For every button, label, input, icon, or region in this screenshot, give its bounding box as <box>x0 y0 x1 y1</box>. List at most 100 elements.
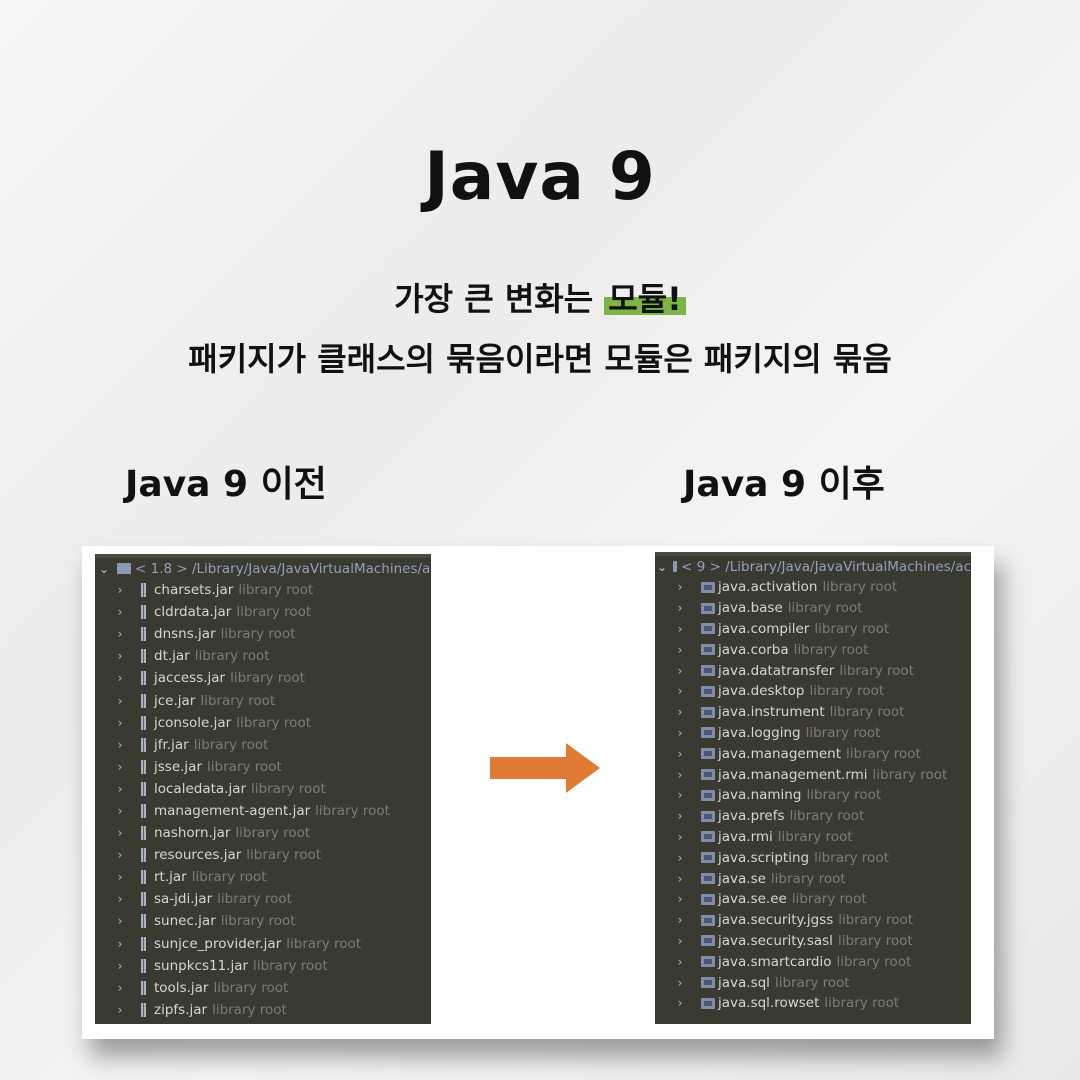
module-icon <box>701 602 715 614</box>
chevron-right-icon[interactable]: › <box>673 601 687 615</box>
chevron-right-icon[interactable]: › <box>673 892 687 906</box>
tree-root-row[interactable]: ⌄ < 9 > /Library/Java/JavaVirtualMachine… <box>655 556 971 577</box>
tree-item[interactable]: › sunjce_provider.jar library root <box>95 933 431 955</box>
chevron-down-icon[interactable]: ⌄ <box>657 560 667 574</box>
tree-item[interactable]: › java.compiler library root <box>655 619 971 640</box>
chevron-right-icon[interactable]: › <box>113 782 127 796</box>
chevron-right-icon[interactable]: › <box>673 580 687 594</box>
chevron-right-icon[interactable]: › <box>113 870 127 884</box>
tree-item[interactable]: › java.base library root <box>655 598 971 619</box>
tree-item[interactable]: › nashorn.jar library root <box>95 822 431 844</box>
tree-item[interactable]: › java.sql library root <box>655 972 971 993</box>
tree-item[interactable]: › java.logging library root <box>655 723 971 744</box>
jar-icon <box>141 958 146 973</box>
chevron-right-icon[interactable]: › <box>113 959 127 973</box>
tree-item[interactable]: › java.activation library root <box>655 577 971 598</box>
jar-icon <box>141 803 146 818</box>
tree-item[interactable]: › java.rmi library root <box>655 827 971 848</box>
chevron-right-icon[interactable]: › <box>673 684 687 698</box>
chevron-right-icon[interactable]: › <box>673 872 687 886</box>
tree-item[interactable]: › management-agent.jar library root <box>95 800 431 822</box>
tree-item[interactable]: › localedata.jar library root <box>95 778 431 800</box>
tree-item[interactable]: › java.naming library root <box>655 785 971 806</box>
chevron-right-icon[interactable]: › <box>673 955 687 969</box>
chevron-right-icon[interactable]: › <box>113 649 127 663</box>
tree-item[interactable]: › java.sql.rowset library root <box>655 993 971 1014</box>
chevron-right-icon[interactable]: › <box>673 768 687 782</box>
chevron-right-icon[interactable]: › <box>113 671 127 685</box>
tree-item[interactable]: › java.se library root <box>655 868 971 889</box>
tree-root-row[interactable]: ⌄ < 1.8 > /Library/Java/JavaVirtualMachi… <box>95 558 431 579</box>
chevron-right-icon[interactable]: › <box>673 851 687 865</box>
tree-item[interactable]: › java.datatransfer library root <box>655 660 971 681</box>
library-root-tag: library root <box>220 913 296 930</box>
tree-item[interactable]: › java.se.ee library root <box>655 889 971 910</box>
chevron-right-icon[interactable]: › <box>113 738 127 752</box>
tree-item[interactable]: › java.scripting library root <box>655 847 971 868</box>
chevron-right-icon[interactable]: › <box>673 996 687 1010</box>
chevron-right-icon[interactable]: › <box>673 934 687 948</box>
folder-icon <box>117 563 131 574</box>
chevron-right-icon[interactable]: › <box>673 664 687 678</box>
chevron-right-icon[interactable]: › <box>113 848 127 862</box>
chevron-right-icon[interactable]: › <box>113 914 127 928</box>
tree-item[interactable]: › java.desktop library root <box>655 681 971 702</box>
comparison-card: ⌄ < 1.8 > /Library/Java/JavaVirtualMachi… <box>82 546 994 1039</box>
tree-item[interactable]: › sa-jdi.jar library root <box>95 888 431 910</box>
chevron-right-icon[interactable]: › <box>113 694 127 708</box>
chevron-right-icon[interactable]: › <box>673 913 687 927</box>
jar-icon <box>141 671 146 686</box>
chevron-right-icon[interactable]: › <box>673 643 687 657</box>
tree-item[interactable]: › jfr.jar library root <box>95 734 431 756</box>
tree-item[interactable]: › jce.jar library root <box>95 689 431 711</box>
tree-item[interactable]: › tools.jar library root <box>95 977 431 999</box>
tree-item[interactable]: › java.management library root <box>655 743 971 764</box>
chevron-right-icon[interactable]: › <box>113 804 127 818</box>
chevron-right-icon[interactable]: › <box>673 622 687 636</box>
tree-item[interactable]: › cldrdata.jar library root <box>95 601 431 623</box>
chevron-right-icon[interactable]: › <box>113 892 127 906</box>
chevron-right-icon[interactable]: › <box>673 726 687 740</box>
tree-item[interactable]: › dnsns.jar library root <box>95 623 431 645</box>
chevron-right-icon[interactable]: › <box>673 976 687 990</box>
tree-item[interactable]: › sunec.jar library root <box>95 910 431 932</box>
chevron-right-icon[interactable]: › <box>113 716 127 730</box>
chevron-right-icon[interactable]: › <box>113 1003 127 1017</box>
tree-item[interactable]: › jconsole.jar library root <box>95 712 431 734</box>
chevron-right-icon[interactable]: › <box>113 627 127 641</box>
tree-item[interactable]: › charsets.jar library root <box>95 579 431 601</box>
tree-item[interactable]: › java.prefs library root <box>655 806 971 827</box>
chevron-right-icon[interactable]: › <box>673 747 687 761</box>
chevron-right-icon[interactable]: › <box>113 826 127 840</box>
tree-item[interactable]: › zipfs.jar library root <box>95 999 431 1021</box>
chevron-right-icon[interactable]: › <box>113 605 127 619</box>
chevron-right-icon[interactable]: › <box>673 830 687 844</box>
tree-item[interactable]: › java.management.rmi library root <box>655 764 971 785</box>
library-root-tag: library root <box>814 849 889 866</box>
chevron-down-icon[interactable]: ⌄ <box>97 562 111 576</box>
tree-item[interactable]: › sunpkcs11.jar library root <box>95 955 431 977</box>
tree-item[interactable]: › rt.jar library root <box>95 866 431 888</box>
tree-item-label: nashorn.jar <box>154 825 231 842</box>
tree-item[interactable]: › java.smartcardio library root <box>655 951 971 972</box>
chevron-right-icon[interactable]: › <box>673 705 687 719</box>
tree-item-label: java.scripting <box>718 849 810 866</box>
chevron-right-icon[interactable]: › <box>113 937 127 951</box>
tree-item[interactable]: › java.instrument library root <box>655 702 971 723</box>
chevron-right-icon[interactable]: › <box>673 809 687 823</box>
chevron-right-icon[interactable]: › <box>113 760 127 774</box>
tree-item-label: java.base <box>718 600 783 617</box>
chevron-right-icon[interactable]: › <box>113 583 127 597</box>
chevron-right-icon[interactable]: › <box>673 788 687 802</box>
jar-icon <box>141 605 146 620</box>
tree-item[interactable]: › dt.jar library root <box>95 645 431 667</box>
tree-item[interactable]: › java.security.jgss library root <box>655 910 971 931</box>
tree-item[interactable]: › jaccess.jar library root <box>95 667 431 689</box>
library-root-tag: library root <box>789 808 865 825</box>
tree-item[interactable]: › java.corba library root <box>655 639 971 660</box>
tree-item[interactable]: › java.security.sasl library root <box>655 931 971 952</box>
chevron-right-icon[interactable]: › <box>113 981 127 995</box>
tree-item[interactable]: › jsse.jar library root <box>95 756 431 778</box>
tree-item[interactable]: › resources.jar library root <box>95 844 431 866</box>
jar-icon <box>141 1002 146 1017</box>
